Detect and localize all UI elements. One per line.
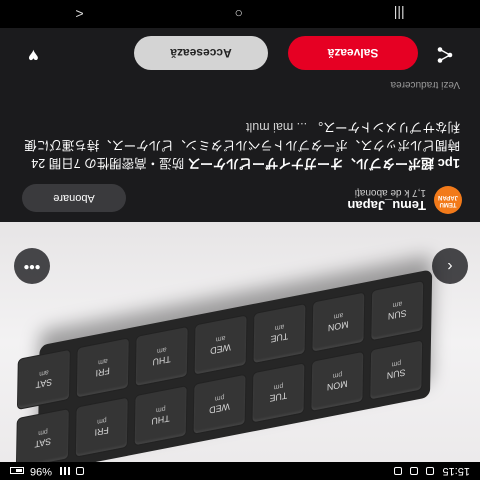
- pill-compartment: MON pm: [310, 350, 365, 413]
- pill-compartment: FRI am: [75, 337, 130, 399]
- compartment-time: pm: [155, 405, 166, 415]
- compartment-day: TUE: [269, 390, 288, 405]
- compartment-time: am: [392, 300, 403, 310]
- compartment-time: pm: [214, 393, 225, 403]
- pill-compartment: SUN am: [370, 279, 425, 342]
- pin-details: TEMU JAPAN Temu_Japan 1,7 k de abonați A…: [0, 0, 480, 222]
- compartment-time: pm: [38, 427, 48, 438]
- status-bar: 15:15 %96: [0, 462, 480, 480]
- compartment-day: SAT: [35, 377, 53, 391]
- account-row[interactable]: TEMU JAPAN Temu_Japan 1,7 k de abonați: [347, 186, 462, 214]
- subscriber-count: 1,7 k de abonați: [354, 187, 426, 198]
- more-options-button[interactable]: •••: [14, 248, 50, 284]
- compartment-day: FRI: [94, 425, 109, 439]
- compartment-day: MON: [327, 319, 349, 334]
- compartment-day: TUE: [270, 331, 289, 345]
- home-button[interactable]: ○: [234, 6, 242, 22]
- pill-compartment: TUE pm: [251, 362, 306, 424]
- compartment-day: FRI: [95, 366, 110, 379]
- save-button[interactable]: Salvează: [288, 36, 418, 70]
- compartment-time: pm: [97, 416, 107, 426]
- compartment-time: am: [215, 334, 226, 344]
- compartment-day: WED: [210, 342, 231, 357]
- notification-icon: [394, 467, 403, 475]
- pill-compartment: TUE am: [252, 302, 307, 365]
- pin-image[interactable]: ‹ ••• SUN pm MON pm TUE pm WED pm THU pm FRI pm SAT p…: [0, 222, 480, 462]
- compartment-time: pm: [332, 370, 343, 380]
- recents-button[interactable]: |||: [394, 6, 405, 22]
- compartment-time: am: [156, 345, 167, 355]
- alarm-icon: [76, 467, 85, 475]
- pill-compartment: FRI pm: [74, 396, 129, 458]
- compartment-time: pm: [273, 382, 284, 392]
- pill-compartment: THU am: [134, 325, 189, 388]
- temu-logo[interactable]: TEMU JAPAN: [434, 186, 462, 214]
- pill-compartment: WED pm: [192, 373, 247, 435]
- heart-icon[interactable]: ♥: [28, 45, 39, 66]
- compartment-day: WED: [209, 401, 230, 417]
- compartment-time: am: [98, 357, 108, 367]
- follow-button[interactable]: Abonare: [22, 184, 126, 212]
- pin-title: 1pc 超ポータブル、オーガナイザーピルケース: [187, 156, 460, 171]
- system-nav-bar: ||| ○ <: [0, 0, 480, 28]
- more-link[interactable]: ... mai mult: [246, 120, 307, 134]
- compartment-time: pm: [391, 359, 402, 369]
- battery-icon: [10, 467, 24, 475]
- compartment-day: SUN: [386, 367, 406, 382]
- visit-button[interactable]: Accesează: [134, 36, 268, 70]
- compartment-day: THU: [151, 413, 170, 428]
- pill-compartment: WED am: [193, 314, 248, 376]
- pill-organizer: SUN pm MON pm TUE pm WED pm THU pm FRI pm SAT pm SUN a…: [15, 269, 433, 462]
- back-button[interactable]: ‹: [432, 248, 468, 284]
- pill-compartment: SAT pm: [15, 407, 70, 462]
- clock: 15:15: [442, 465, 470, 477]
- signal-icon: [58, 467, 71, 475]
- compartment-time: am: [333, 311, 344, 321]
- pin-description: 1pc 超ポータブル、オーガナイザーピルケース 防湿・高密閉性の 7日間 24時…: [20, 118, 460, 172]
- battery-percent: %96: [30, 465, 53, 477]
- notification-icon: [426, 467, 435, 475]
- back-nav-button[interactable]: <: [75, 6, 83, 22]
- compartment-day: SUN: [387, 308, 407, 323]
- compartment-day: SAT: [34, 436, 52, 450]
- share-icon[interactable]: [436, 41, 454, 64]
- compartment-day: MON: [326, 378, 348, 394]
- pill-compartment: SAT am: [16, 348, 71, 411]
- compartment-time: am: [274, 322, 285, 332]
- phone-screen: 15:15 %96 ‹ ••• SUN pm MON pm TUE pm WED pm THU p…: [0, 0, 480, 480]
- pill-compartment: MON am: [311, 291, 366, 353]
- pill-compartment: THU pm: [133, 385, 188, 447]
- compartment-day: THU: [152, 354, 171, 368]
- pill-compartment: SUN pm: [369, 339, 424, 401]
- translate-link[interactable]: Vezi traducerea: [391, 79, 461, 90]
- account-name[interactable]: Temu_Japan: [347, 198, 426, 213]
- notification-icon: [410, 467, 419, 475]
- compartment-time: am: [39, 368, 49, 378]
- action-bar: Salvează Accesează ♥: [0, 34, 480, 74]
